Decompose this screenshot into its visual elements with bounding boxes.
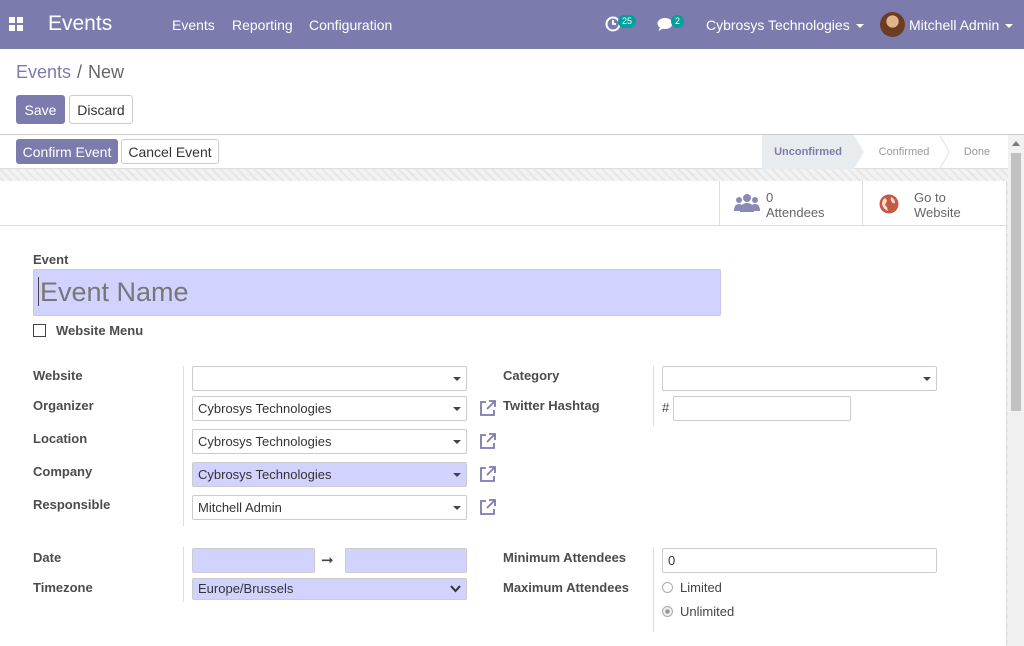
stage-arrow [939, 135, 949, 169]
chevron-down-icon [1005, 24, 1014, 29]
company-name: Cybrosys Technologies [706, 17, 850, 33]
save-button[interactable]: Save [16, 95, 65, 124]
breadcrumb: Events / New [16, 62, 124, 83]
website-select[interactable] [192, 366, 467, 391]
cancel-event-button[interactable]: Cancel Event [121, 139, 219, 164]
divider [0, 225, 1007, 226]
confirm-event-button[interactable]: Confirm Event [16, 139, 118, 164]
activity-count-badge: 25 [618, 15, 637, 28]
divider [653, 366, 654, 426]
stage-confirmed[interactable]: Confirmed [866, 135, 942, 169]
date-label: Date [33, 550, 62, 565]
twitter-hashtag-input[interactable] [673, 396, 851, 421]
timezone-value: Europe/Brussels [198, 581, 294, 596]
breadcrumb-parent[interactable]: Events [16, 62, 71, 82]
users-icon [734, 194, 760, 212]
menu-reporting[interactable]: Reporting [232, 17, 293, 33]
organizer-value: Cybrosys Technologies [198, 401, 332, 416]
chevron-down-icon [450, 585, 461, 593]
website-line2: Website [914, 205, 961, 220]
category-select[interactable] [662, 366, 937, 391]
location-select[interactable]: Cybrosys Technologies [192, 429, 467, 454]
message-count-badge: 2 [671, 15, 685, 28]
limited-label: Limited [680, 580, 722, 595]
caret-down-icon [923, 377, 931, 381]
scroll-up-icon[interactable] [1012, 141, 1020, 146]
event-name-placeholder: Event Name [40, 277, 189, 307]
website-line1: Go to [914, 190, 946, 205]
text-cursor [38, 277, 39, 306]
responsible-label: Responsible [33, 497, 111, 512]
website-menu-checkbox[interactable] [33, 324, 46, 337]
attendees-label: Attendees [766, 205, 825, 220]
caret-down-icon [453, 407, 461, 411]
attendees-count: 0 [766, 190, 774, 205]
stage-arrow [854, 135, 864, 169]
event-label: Event [33, 252, 69, 267]
company-value: Cybrosys Technologies [198, 467, 332, 482]
breadcrumb-separator: / [77, 62, 83, 82]
date-end-input[interactable] [345, 548, 467, 573]
organizer-label: Organizer [33, 398, 94, 413]
category-label: Category [503, 368, 560, 383]
divider [653, 547, 654, 632]
menu-events[interactable]: Events [172, 17, 215, 33]
unlimited-label: Unlimited [680, 604, 735, 619]
attendees-smart-button[interactable]: 0 Attendees [720, 181, 863, 225]
user-menu[interactable]: Mitchell Admin [909, 17, 1014, 33]
arrow-right-icon: ➞ [321, 552, 334, 569]
divider [183, 366, 184, 526]
timezone-label: Timezone [33, 580, 93, 595]
twitter-hashtag-label: Twitter Hashtag [503, 398, 600, 413]
status-bar: Confirm Event Cancel Event Unconfirmed C… [0, 134, 1024, 169]
apps-menu-icon[interactable] [9, 17, 23, 31]
min-attendees-label: Minimum Attendees [503, 550, 627, 565]
breadcrumb-current: New [88, 62, 125, 82]
responsible-value: Mitchell Admin [198, 500, 282, 515]
discard-button[interactable]: Discard [69, 95, 133, 124]
avatar[interactable] [880, 12, 905, 37]
organizer-select[interactable]: Cybrosys Technologies [192, 396, 467, 421]
globe-icon [879, 194, 899, 214]
min-attendees-input[interactable]: 0 [662, 548, 937, 573]
top-navbar: Events Events Reporting Configuration 25… [0, 0, 1024, 49]
company-switcher[interactable]: Cybrosys Technologies [706, 17, 864, 33]
event-name-input[interactable]: Event Name [33, 269, 721, 316]
user-name: Mitchell Admin [909, 17, 1000, 33]
caret-down-icon [453, 440, 461, 444]
scrollbar-thumb[interactable] [1011, 153, 1021, 411]
max-attendees-label: Maximum Attendees [503, 580, 629, 595]
unlimited-radio[interactable] [662, 606, 673, 617]
responsible-select[interactable]: Mitchell Admin [192, 495, 467, 520]
location-label: Location [33, 431, 88, 446]
smart-buttons: 0 Attendees Go to Website [719, 181, 1007, 226]
location-value: Cybrosys Technologies [198, 434, 332, 449]
website-label: Website [33, 368, 83, 383]
stage-done[interactable]: Done [952, 135, 1002, 169]
limited-radio[interactable] [662, 582, 673, 593]
caret-down-icon [453, 377, 461, 381]
caret-down-icon [453, 473, 461, 477]
timezone-select[interactable]: Europe/Brussels [192, 578, 467, 600]
website-menu-label: Website Menu [56, 323, 144, 338]
external-link-icon[interactable] [479, 465, 497, 483]
hash-symbol: # [662, 400, 670, 415]
go-to-website-smart-button[interactable]: Go to Website [863, 181, 1007, 225]
chevron-down-icon [855, 24, 864, 29]
external-link-icon[interactable] [479, 498, 497, 516]
divider [183, 547, 184, 602]
date-begin-input[interactable] [192, 548, 315, 573]
scrollbar[interactable] [1008, 135, 1024, 646]
company-select[interactable]: Cybrosys Technologies [192, 462, 467, 487]
stage-unconfirmed[interactable]: Unconfirmed [762, 135, 854, 169]
form-sheet: 0 Attendees Go to Website Event Event Na… [0, 181, 1007, 646]
external-link-icon[interactable] [479, 432, 497, 450]
menu-configuration[interactable]: Configuration [309, 17, 392, 33]
app-name[interactable]: Events [48, 12, 112, 36]
external-link-icon[interactable] [479, 399, 497, 417]
caret-down-icon [453, 506, 461, 510]
company-label: Company [33, 464, 93, 479]
